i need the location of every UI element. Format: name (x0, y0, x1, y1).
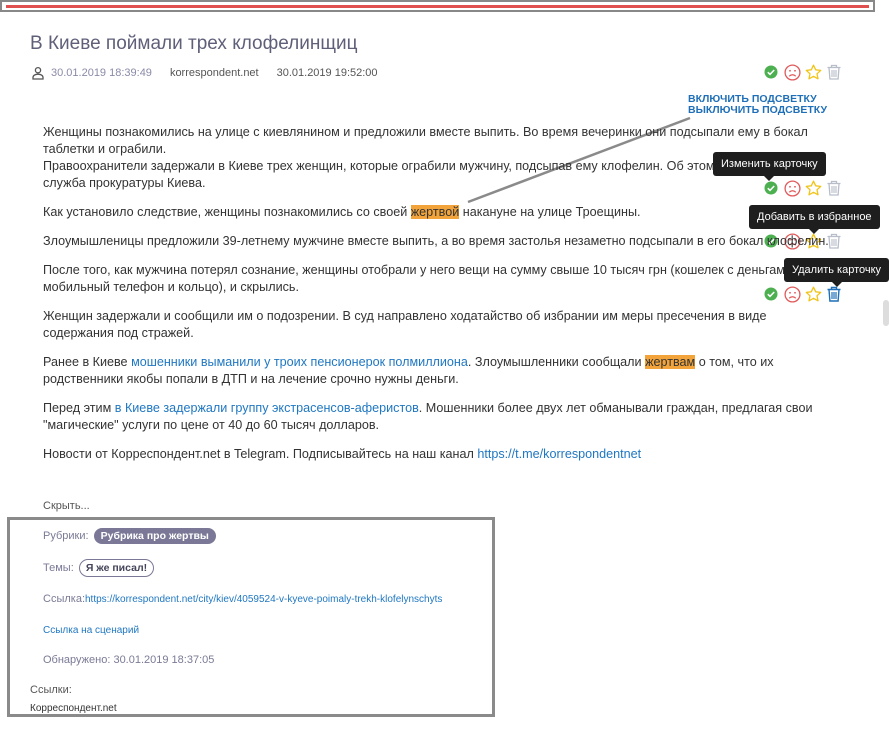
article-meta: 30.01.2019 18:39:49 korrespondent.net 30… (31, 66, 378, 80)
top-card-frame (0, 0, 875, 12)
theme-badge[interactable]: Я же писал! (78, 559, 155, 577)
published-date: 30.01.2019 18:39:49 (51, 67, 152, 79)
highlight-toggle: ВКЛЮЧИТЬ ПОДСВЕТКУ ВЫКЛЮЧИТЬ ПОДСВЕТКУ (688, 94, 827, 116)
source-url-link[interactable]: https://korrespondent.net/city/kiev/4059… (85, 594, 442, 605)
highlight-off-link[interactable]: ВЫКЛЮЧИТЬ ПОДСВЕТКУ (688, 105, 827, 116)
paragraph: Злоумышленицы предложили 39-летнему мужч… (43, 234, 829, 248)
tooltip-favorite: Добавить в избранное (749, 205, 880, 234)
detected-row: Обнаружено: 30.01.2019 18:37:05 (43, 654, 214, 666)
paragraph: Женщины познакомились на улице с киевлян… (43, 125, 808, 156)
card-actions-main (762, 63, 846, 81)
paragraph-text: Перед этим (43, 401, 115, 415)
rubric-badge[interactable]: Рубрика про жертвы (93, 528, 216, 544)
telegram-link[interactable]: https://t.me/korrespondentnet (477, 447, 641, 461)
highlighted-term: жертвам (645, 355, 696, 369)
scrollbar-thumb[interactable] (883, 300, 889, 326)
paragraph: Правоохранители задержали в Киеве трех ж… (43, 159, 817, 190)
top-card-accent (6, 5, 869, 8)
related-article-link[interactable]: мошенники выманили у троих пенсионерок п… (131, 355, 468, 369)
card-info-panel: Рубрики: Рубрика про жертвы Темы: Я же п… (7, 517, 495, 717)
link-label: Ссылка: (43, 593, 85, 605)
rubrics-label: Рубрики: (43, 530, 89, 542)
rubrics-row: Рубрики: Рубрика про жертвы (43, 528, 216, 544)
paragraph: Женщин задержали и сообщили им о подозре… (43, 309, 767, 340)
related-article-link[interactable]: в Киеве задержали группу экстрасенсов-аф… (115, 401, 419, 415)
source-name: korrespondent.net (169, 67, 259, 79)
hide-link[interactable]: Скрыть... (43, 500, 90, 512)
article-title[interactable]: В Киеве поймали трех клофелинщиц (30, 33, 357, 55)
links-label: Ссылки: (30, 684, 72, 696)
detected-date: Обнаружено: 30.01.2019 18:37:05 (43, 654, 215, 666)
link-row: Ссылка:https://korrespondent.net/city/ki… (43, 593, 442, 605)
paragraph: После того, как мужчина потерял сознание… (43, 263, 796, 294)
sad-face-icon[interactable] (783, 63, 801, 81)
highlighted-term: жертвой (410, 205, 460, 219)
user-icon (32, 66, 44, 80)
themes-label: Темы: (43, 562, 74, 574)
trash-icon[interactable] (825, 63, 843, 81)
paragraph-text: Как установило следствие, женщины познак… (43, 205, 411, 219)
themes-row: Темы: Я же писал! (43, 559, 155, 577)
scenario-link[interactable]: Ссылка на сценарий (43, 625, 139, 636)
scenario-row: Ссылка на сценарий (43, 624, 139, 636)
tooltip-edit: Изменить карточку (713, 152, 826, 181)
links-value[interactable]: Корреспондент.net (30, 703, 117, 714)
article-body: Женщины познакомились на улице с киевлян… (43, 124, 833, 475)
tooltip-delete: Удалить карточку (784, 258, 889, 287)
paragraph-text: Ранее в Киеве (43, 355, 132, 369)
star-icon[interactable] (804, 63, 822, 81)
paragraph-text: накануне на улице Троещины. (459, 205, 641, 219)
check-icon[interactable] (762, 63, 780, 81)
paragraph-text: . Злоумышленники сообщали (467, 355, 646, 369)
paragraph-text: Новости от Корреспондент.net в Telegram.… (43, 447, 478, 461)
collected-date: 30.01.2019 19:52:00 (276, 67, 378, 79)
